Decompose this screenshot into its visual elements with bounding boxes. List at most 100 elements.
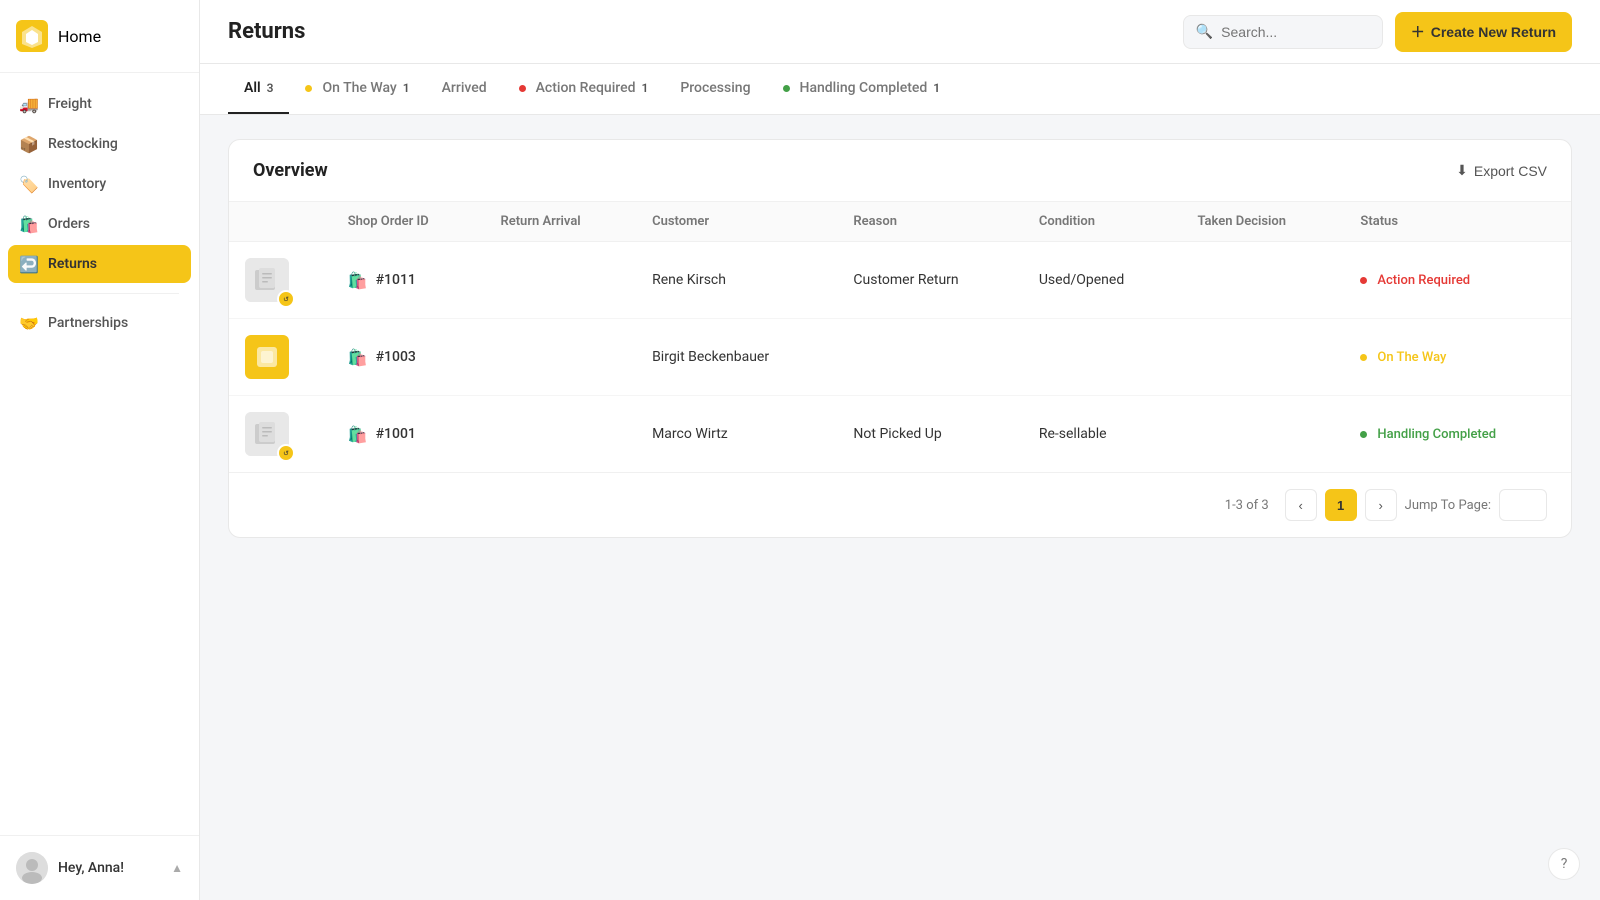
- col-taken-decision: Taken Decision: [1181, 202, 1344, 242]
- returns-icon: ↩️: [20, 255, 38, 273]
- jump-input[interactable]: [1499, 489, 1547, 521]
- order-id-wrapper: 🛍️ #1011: [348, 271, 469, 290]
- status-label: Handling Completed: [1377, 427, 1496, 442]
- help-icon: ?: [1561, 856, 1568, 872]
- overview-card: Overview ⬇ Export CSV Shop Order ID Retu…: [228, 139, 1572, 538]
- customer-cell: Marco Wirtz: [636, 396, 837, 473]
- svg-text:↺: ↺: [283, 296, 289, 304]
- tab-handling-completed-label: Handling Completed: [800, 80, 928, 96]
- restocking-icon: 📦: [20, 135, 38, 153]
- sidebar-item-returns[interactable]: ↩️ Returns: [8, 245, 191, 283]
- col-customer: Customer: [636, 202, 837, 242]
- tab-processing-label: Processing: [680, 80, 750, 96]
- badge-overlay: ↺: [277, 290, 295, 308]
- tab-on-the-way-count: 1: [403, 81, 410, 95]
- table-row[interactable]: ↺ 🛍️ #1001 Marco Wirtz: [229, 396, 1571, 473]
- returns-table: Shop Order ID Return Arrival Customer Re…: [229, 202, 1571, 472]
- return-arrival-cell: [484, 242, 636, 319]
- header: Returns 🔍 ＋ Create New Return: [200, 0, 1600, 64]
- tab-handling-completed-count: 1: [933, 81, 940, 95]
- status-badge: On The Way: [1360, 350, 1555, 365]
- product-thumb: ↺: [245, 412, 289, 456]
- pagination-page-1-button[interactable]: 1: [1325, 489, 1357, 521]
- product-thumbnail-cell: ↺: [229, 396, 332, 473]
- user-name: Hey, Anna!: [58, 860, 161, 876]
- order-id-wrapper: 🛍️ #1001: [348, 425, 469, 444]
- sidebar-navigation: 🚚 Freight 📦 Restocking 🏷️ Inventory 🛍️ O…: [0, 73, 199, 835]
- sidebar-item-inventory[interactable]: 🏷️ Inventory: [8, 165, 191, 203]
- return-arrival-cell: [484, 319, 636, 396]
- sidebar-item-orders[interactable]: 🛍️ Orders: [8, 205, 191, 243]
- order-id: #1001: [376, 426, 416, 442]
- col-status: Status: [1344, 202, 1571, 242]
- sidebar-footer[interactable]: Hey, Anna! ▲: [0, 835, 199, 900]
- return-arrival-cell: [484, 396, 636, 473]
- sidebar-logo[interactable]: Home: [0, 0, 199, 73]
- dot-yellow-icon: [305, 85, 312, 92]
- product-cell: ↺: [245, 412, 316, 456]
- condition-cell: Used/Opened: [1023, 242, 1182, 319]
- pagination-info: 1-3 of 3: [1225, 498, 1269, 513]
- order-id: #1003: [376, 349, 416, 365]
- export-btn-label: Export CSV: [1474, 163, 1547, 179]
- col-condition: Condition: [1023, 202, 1182, 242]
- order-id-cell: 🛍️ #1001: [332, 396, 485, 473]
- dot-red-icon: [519, 85, 526, 92]
- status-label: On The Way: [1377, 350, 1446, 365]
- orders-icon: 🛍️: [20, 215, 38, 233]
- tab-all[interactable]: All 3: [228, 64, 289, 114]
- status-dot-red: [1360, 277, 1367, 284]
- content-area: All 3 On The Way 1 Arrived Action Requir…: [200, 64, 1600, 900]
- create-btn-label: Create New Return: [1431, 24, 1556, 40]
- tab-arrived[interactable]: Arrived: [426, 64, 503, 114]
- product-thumb: ↺: [245, 258, 289, 302]
- pagination: 1-3 of 3 ‹ 1 › Jump To Page:: [229, 472, 1571, 537]
- order-id: #1011: [376, 272, 416, 288]
- tab-handling-completed[interactable]: Handling Completed 1: [767, 64, 957, 114]
- order-icon: 🛍️: [348, 271, 368, 290]
- sidebar-item-label: Restocking: [48, 136, 118, 152]
- col-shop-order-id: Shop Order ID: [332, 202, 485, 242]
- sidebar-divider: [20, 293, 179, 294]
- table-header: Shop Order ID Return Arrival Customer Re…: [229, 202, 1571, 242]
- sidebar-item-label: Orders: [48, 216, 90, 232]
- chevron-up-icon: ▲: [171, 861, 183, 875]
- export-csv-button[interactable]: ⬇ Export CSV: [1456, 162, 1547, 179]
- sidebar-item-label: Partnerships: [48, 315, 128, 331]
- sidebar-item-restocking[interactable]: 📦 Restocking: [8, 125, 191, 163]
- status-cell: Handling Completed: [1344, 396, 1571, 473]
- search-box[interactable]: 🔍: [1183, 15, 1383, 49]
- status-cell: Action Required: [1344, 242, 1571, 319]
- create-new-return-button[interactable]: ＋ Create New Return: [1395, 12, 1572, 52]
- dot-green-icon: [783, 85, 790, 92]
- tab-on-the-way[interactable]: On The Way 1: [289, 64, 425, 114]
- order-icon: 🛍️: [348, 425, 368, 444]
- product-thumbnail-cell: [229, 319, 332, 396]
- reason-cell: [837, 319, 1022, 396]
- col-return-arrival: Return Arrival: [484, 202, 636, 242]
- sidebar-item-partnerships[interactable]: 🤝 Partnerships: [8, 304, 191, 342]
- help-button[interactable]: ?: [1548, 848, 1580, 880]
- table-row[interactable]: 🛍️ #1003 Birgit Beckenbauer On: [229, 319, 1571, 396]
- page-title: Returns: [228, 19, 305, 44]
- sidebar-item-freight[interactable]: 🚚 Freight: [8, 85, 191, 123]
- tab-processing[interactable]: Processing: [664, 64, 766, 114]
- status-dot-yellow: [1360, 354, 1367, 361]
- product-image-yellow: [245, 335, 289, 379]
- tab-action-required-label: Action Required: [536, 80, 636, 96]
- condition-cell: Re-sellable: [1023, 396, 1182, 473]
- search-input[interactable]: [1221, 24, 1370, 40]
- overview-header: Overview ⬇ Export CSV: [229, 140, 1571, 202]
- table-row[interactable]: ↺ 🛍️ #1011 Rene Kirsch: [229, 242, 1571, 319]
- pagination-next-button[interactable]: ›: [1365, 489, 1397, 521]
- sidebar: Home 🚚 Freight 📦 Restocking 🏷️ Inventory…: [0, 0, 200, 900]
- taken-decision-cell: [1181, 242, 1344, 319]
- status-badge: Handling Completed: [1360, 427, 1555, 442]
- product-thumbnail-cell: ↺: [229, 242, 332, 319]
- sidebar-item-label: Returns: [48, 256, 97, 272]
- pagination-prev-button[interactable]: ‹: [1285, 489, 1317, 521]
- status-cell: On The Way: [1344, 319, 1571, 396]
- tab-action-required[interactable]: Action Required 1: [503, 64, 665, 114]
- col-product: [229, 202, 332, 242]
- search-icon: 🔍: [1196, 24, 1213, 40]
